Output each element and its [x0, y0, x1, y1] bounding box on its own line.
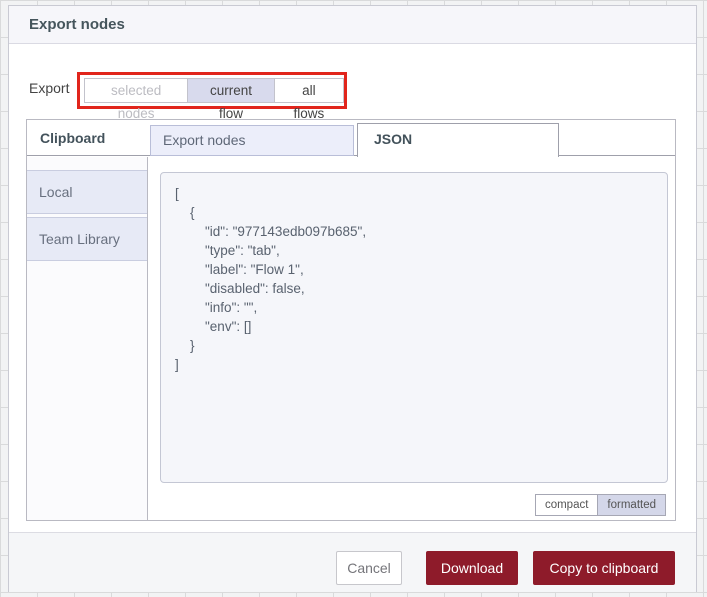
- export-nodes-dialog: Export nodes Export selected nodes curre…: [8, 5, 697, 592]
- json-export-viewer[interactable]: [ { "id": "977143edb097b685", "type": "t…: [160, 172, 668, 483]
- json-export-content: [ { "id": "977143edb097b685", "type": "t…: [175, 186, 367, 372]
- download-button[interactable]: Download: [426, 551, 518, 585]
- sidebar-item-team-library[interactable]: Team Library: [27, 217, 147, 261]
- json-format-toggle-group: compact formatted: [534, 494, 666, 516]
- cancel-button[interactable]: Cancel: [336, 551, 402, 585]
- toggle-all-flows[interactable]: all flows: [273, 79, 343, 121]
- tab-bar: Clipboard Export nodes JSON: [27, 120, 675, 157]
- format-formatted-button[interactable]: formatted: [597, 495, 665, 515]
- copy-to-clipboard-button[interactable]: Copy to clipboard: [533, 551, 675, 585]
- annotation-highlight-box: selected nodes current flow all flows: [77, 72, 347, 121]
- export-scope-row: Export selected nodes current flow all f…: [9, 68, 696, 121]
- tab-export-nodes[interactable]: Export nodes: [150, 125, 354, 156]
- format-compact-button[interactable]: compact: [535, 495, 598, 515]
- export-panel: Clipboard Export nodes JSON Local Team L…: [26, 119, 676, 521]
- export-scope-label: Export: [29, 80, 70, 96]
- tab-json[interactable]: JSON: [357, 123, 559, 157]
- dialog-title: Export nodes: [9, 6, 696, 44]
- library-sidebar: Local Team Library: [27, 157, 148, 520]
- dialog-footer: Cancel Download Copy to clipboard: [9, 532, 696, 592]
- toggle-current-flow[interactable]: current flow: [187, 79, 274, 121]
- toggle-selected-nodes[interactable]: selected nodes: [85, 79, 188, 121]
- export-scope-toggle-group: selected nodes current flow all flows: [84, 78, 344, 121]
- sidebar-item-local[interactable]: Local: [27, 170, 147, 214]
- clipboard-section-label: Clipboard: [40, 130, 106, 146]
